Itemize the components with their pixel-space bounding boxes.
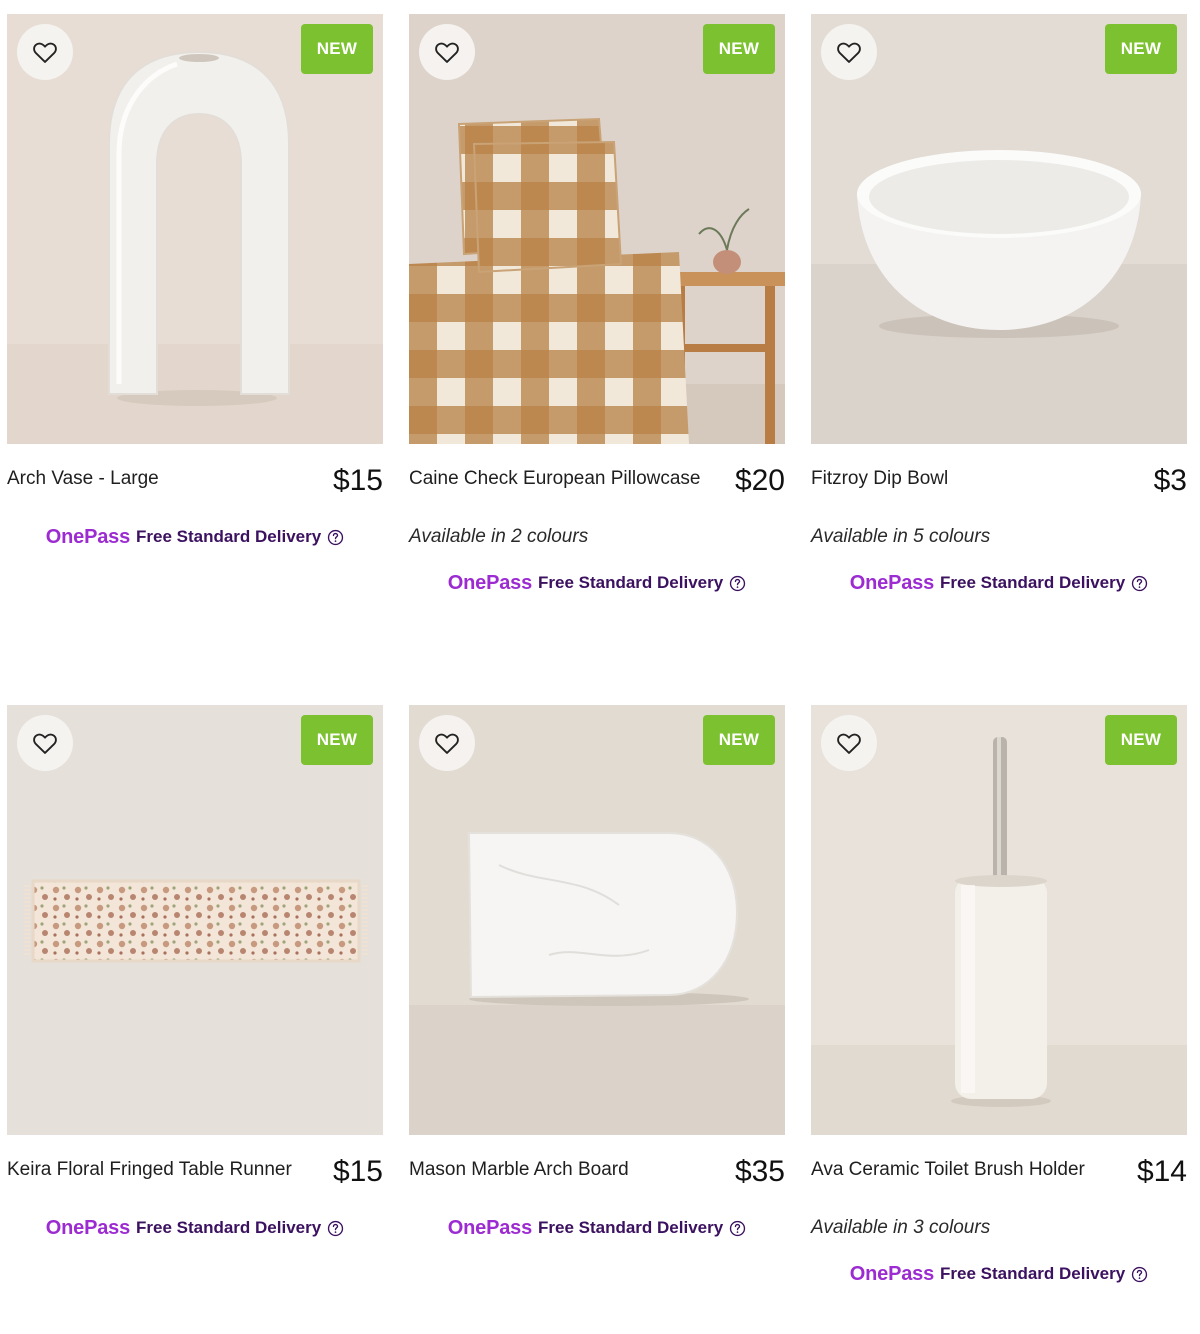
pillowcase-image [409, 14, 785, 444]
onepass-delivery: OnePass Free Standard Delivery [409, 570, 785, 596]
product-image[interactable]: NEW [811, 705, 1187, 1135]
onepass-logo: OnePass [849, 571, 934, 594]
onepass-delivery: OnePass Free Standard Delivery [7, 524, 383, 550]
product-price: $15 [332, 464, 383, 497]
onepass-logo: OnePass [849, 1262, 934, 1285]
onepass-logo: OnePass [447, 1216, 532, 1239]
product-name[interactable]: Ava Ceramic Toilet Brush Holder [811, 1159, 1085, 1181]
delivery-text: Free Standard Delivery [538, 573, 724, 592]
product-card[interactable]: NEW Ava Ceramic Toilet Brush Holder $14 … [811, 705, 1187, 1287]
product-card[interactable]: NEW Caine Check European Pillowcase $20 … [409, 14, 785, 596]
onepass-logo: OnePass [45, 525, 130, 548]
product-card[interactable]: NEW Arch Vase - Large $15 OnePass Free S… [7, 14, 383, 550]
product-card[interactable]: NEW Keira Floral Fringed Table Runner $1… [7, 705, 383, 1241]
product-image[interactable]: NEW [409, 705, 785, 1135]
product-name[interactable]: Fitzroy Dip Bowl [811, 468, 948, 490]
dip-bowl-image [811, 14, 1187, 444]
availability-text: Available in 2 colours [409, 526, 589, 547]
wishlist-button[interactable] [419, 715, 475, 771]
question-circle-icon[interactable] [327, 529, 344, 546]
heart-outline-icon [837, 42, 861, 63]
new-badge: NEW [301, 24, 373, 74]
onepass-logo: OnePass [45, 1216, 130, 1239]
heart-outline-icon [33, 733, 57, 754]
new-badge: NEW [1105, 715, 1177, 765]
product-image[interactable]: NEW [409, 14, 785, 444]
wishlist-button[interactable] [821, 715, 877, 771]
onepass-delivery: OnePass Free Standard Delivery [811, 570, 1187, 596]
delivery-text: Free Standard Delivery [538, 1218, 724, 1237]
delivery-text: Free Standard Delivery [940, 1264, 1126, 1283]
onepass-logo: OnePass [447, 571, 532, 594]
toilet-brush-holder-image [811, 705, 1187, 1135]
delivery-text: Free Standard Delivery [940, 573, 1126, 592]
wishlist-button[interactable] [821, 24, 877, 80]
wishlist-button[interactable] [419, 24, 475, 80]
availability-text: Available in 3 colours [811, 1217, 991, 1238]
question-circle-icon[interactable] [729, 1220, 746, 1237]
new-badge: NEW [1105, 24, 1177, 74]
arch-vase-image [7, 14, 383, 444]
product-price: $15 [332, 1155, 383, 1188]
product-image[interactable]: NEW [7, 705, 383, 1135]
product-card[interactable]: NEW Fitzroy Dip Bowl $3 Available in 5 c… [811, 14, 1187, 596]
heart-outline-icon [435, 733, 459, 754]
question-circle-icon[interactable] [1131, 1266, 1148, 1283]
question-circle-icon[interactable] [729, 575, 746, 592]
product-price: $20 [734, 464, 785, 497]
delivery-text: Free Standard Delivery [136, 1218, 322, 1237]
onepass-delivery: OnePass Free Standard Delivery [7, 1215, 383, 1241]
product-price: $14 [1136, 1155, 1187, 1188]
onepass-delivery: OnePass Free Standard Delivery [409, 1215, 785, 1241]
table-runner-image [7, 705, 383, 1135]
product-price: $35 [734, 1155, 785, 1188]
product-card[interactable]: NEW Mason Marble Arch Board $35 OnePass … [409, 705, 785, 1241]
heart-outline-icon [435, 42, 459, 63]
question-circle-icon[interactable] [1131, 575, 1148, 592]
new-badge: NEW [703, 24, 775, 74]
heart-outline-icon [33, 42, 57, 63]
new-badge: NEW [703, 715, 775, 765]
wishlist-button[interactable] [17, 24, 73, 80]
wishlist-button[interactable] [17, 715, 73, 771]
product-name[interactable]: Arch Vase - Large [7, 468, 159, 490]
product-image[interactable]: NEW [811, 14, 1187, 444]
heart-outline-icon [837, 733, 861, 754]
product-image[interactable]: NEW [7, 14, 383, 444]
availability-text: Available in 5 colours [811, 526, 991, 547]
marble-board-image [409, 705, 785, 1135]
product-price: $3 [1153, 464, 1187, 497]
product-name[interactable]: Keira Floral Fringed Table Runner [7, 1159, 292, 1181]
product-name[interactable]: Mason Marble Arch Board [409, 1159, 629, 1181]
question-circle-icon[interactable] [327, 1220, 344, 1237]
onepass-delivery: OnePass Free Standard Delivery [811, 1261, 1187, 1287]
new-badge: NEW [301, 715, 373, 765]
delivery-text: Free Standard Delivery [136, 527, 322, 546]
product-name[interactable]: Caine Check European Pillowcase [409, 468, 701, 490]
